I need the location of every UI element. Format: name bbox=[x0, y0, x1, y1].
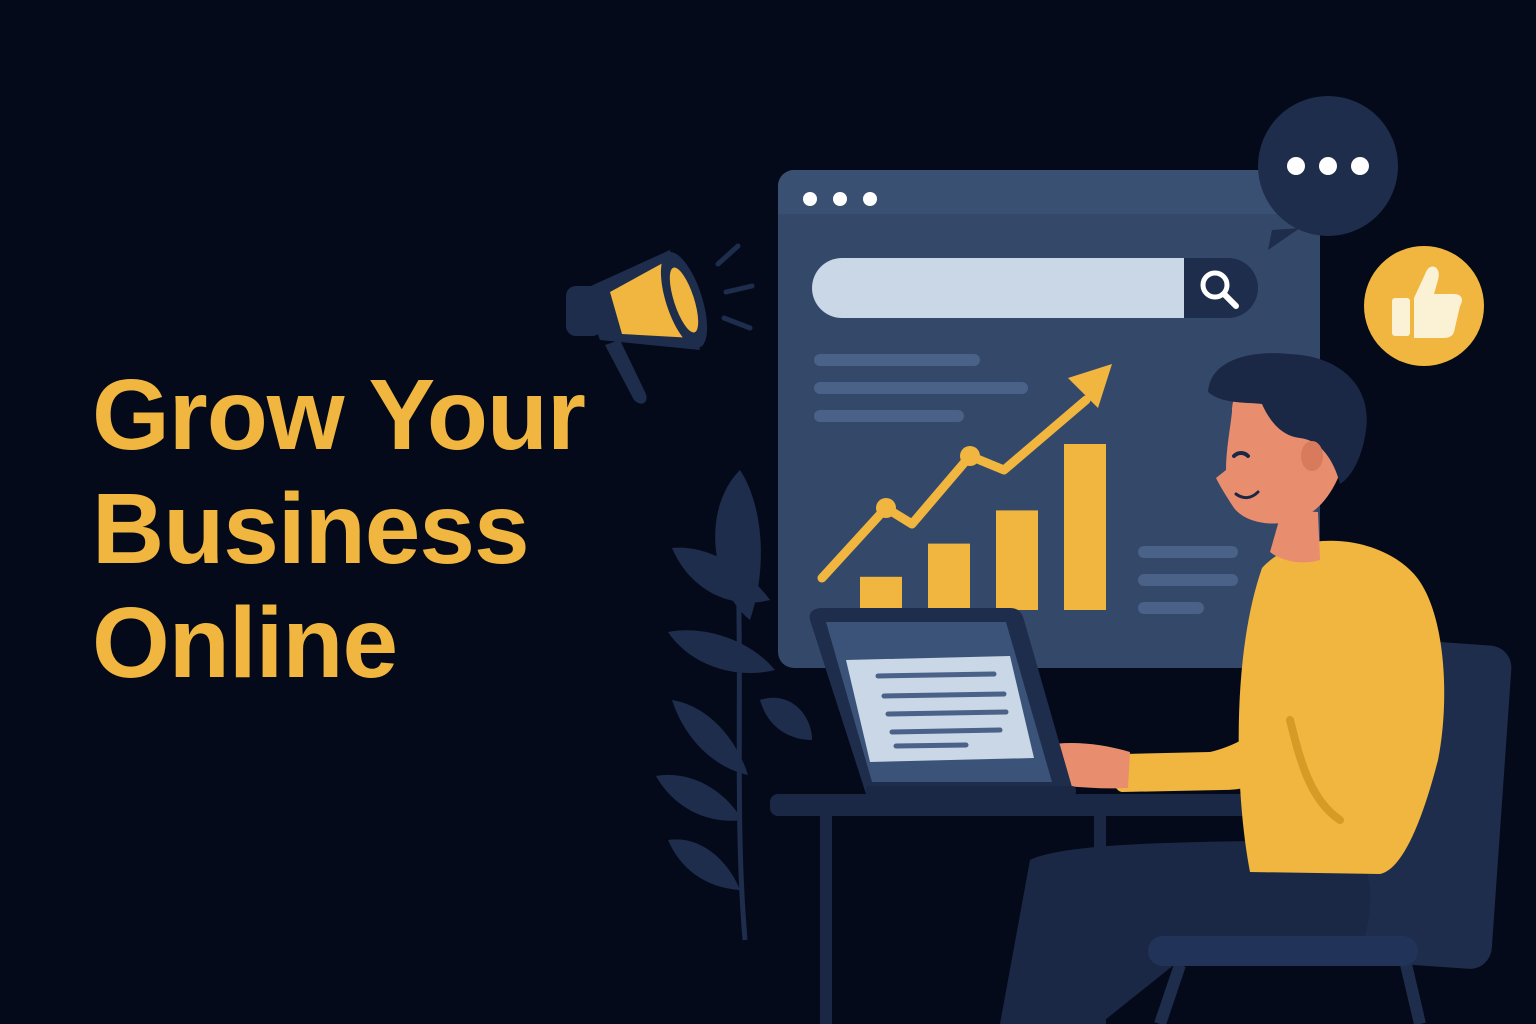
chart-bar-3 bbox=[996, 510, 1038, 610]
chart-bar-4 bbox=[1064, 444, 1106, 610]
search-bar bbox=[812, 258, 1258, 318]
chart-bar-1 bbox=[860, 576, 902, 610]
illustration bbox=[566, 96, 1512, 1024]
chart-bar-2 bbox=[928, 543, 970, 610]
megaphone-icon bbox=[566, 243, 755, 404]
thumbs-up-icon bbox=[1364, 246, 1484, 366]
